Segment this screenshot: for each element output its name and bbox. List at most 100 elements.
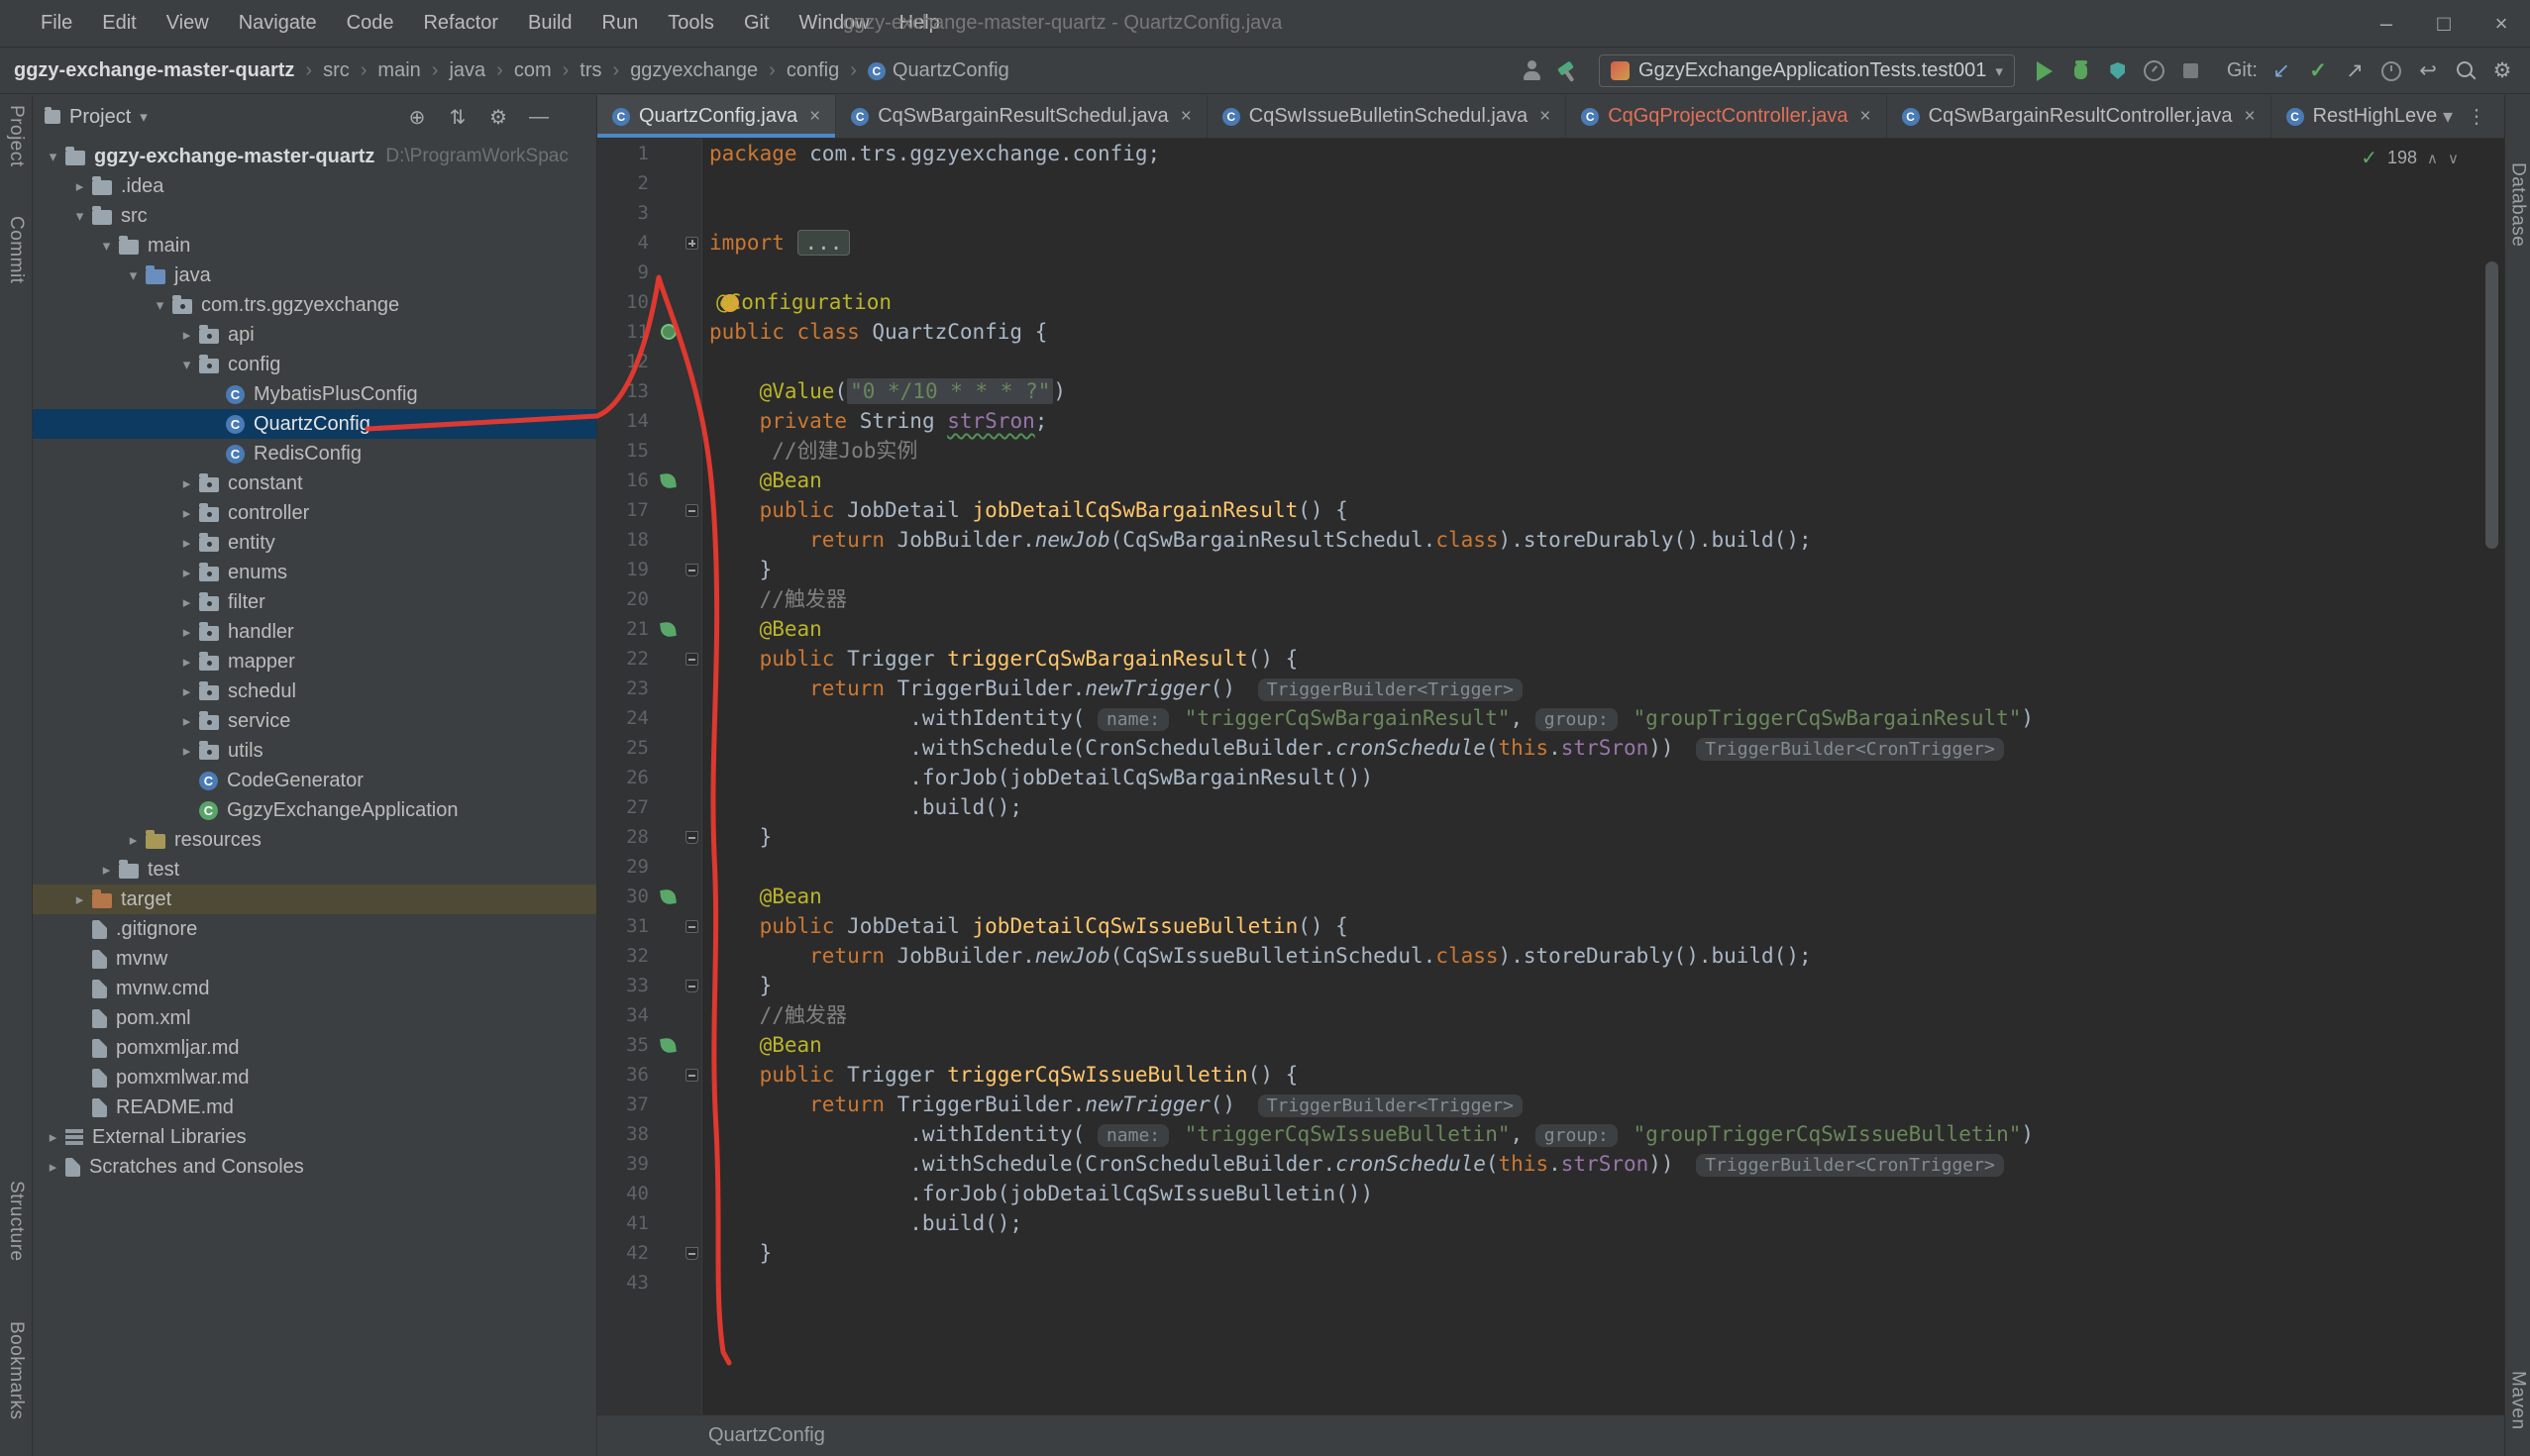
git-push-icon[interactable]: ↗ (2341, 57, 2369, 85)
fold-slot[interactable] (682, 555, 702, 584)
chevron-collapsed-icon[interactable]: ▸ (174, 712, 199, 730)
fold-marker-icon[interactable] (685, 831, 698, 844)
tree-item-utils[interactable]: ▸utils (33, 736, 596, 766)
breadcrumb-item-src[interactable]: src (323, 59, 350, 82)
chevron-collapsed-icon[interactable]: ▸ (121, 831, 146, 849)
run-config-select[interactable]: GgzyExchangeApplicationTests.test001 ▾ (1599, 54, 2015, 87)
breadcrumb-item-ggzyexchange[interactable]: ggzyexchange (630, 59, 758, 82)
tree-item-.idea[interactable]: ▸.idea (33, 171, 596, 201)
tree-item-src[interactable]: ▾src (33, 201, 596, 231)
tree-item-ggzy-exchange-master-quartz[interactable]: ▾ggzy-exchange-master-quartzD:\ProgramWo… (33, 142, 596, 171)
git-rollback-icon[interactable]: ↩ (2414, 57, 2442, 85)
menu-git[interactable]: Git (729, 0, 785, 47)
menu-build[interactable]: Build (513, 0, 586, 47)
menu-edit[interactable]: Edit (87, 0, 151, 47)
breadcrumb-item-java[interactable]: java (449, 59, 485, 82)
fold-marker-icon[interactable] (685, 564, 698, 576)
project-panel-title[interactable]: Project (69, 106, 131, 129)
breadcrumb-item-main[interactable]: main (377, 59, 420, 82)
tree-item-pomxmlwar.md[interactable]: pomxmlwar.md (33, 1063, 596, 1092)
chevron-collapsed-icon[interactable]: ▸ (174, 682, 199, 700)
settings-icon[interactable]: ⚙ (2488, 57, 2516, 85)
chevron-expanded-icon[interactable]: ▾ (148, 296, 172, 314)
chevron-expanded-icon[interactable]: ▾ (41, 148, 65, 165)
chevron-collapsed-icon[interactable]: ▸ (41, 1128, 65, 1146)
tree-item-constant[interactable]: ▸constant (33, 468, 596, 498)
tree-item-mapper[interactable]: ▸mapper (33, 647, 596, 676)
chevron-collapsed-icon[interactable]: ▸ (174, 742, 199, 760)
tab-close-icon[interactable]: × (1181, 106, 1192, 128)
bean-gutter-slot[interactable] (655, 466, 682, 495)
tree-item-pom.xml[interactable]: pom.xml (33, 1003, 596, 1033)
tree-item-External-Libraries[interactable]: ▸External Libraries (33, 1122, 596, 1152)
git-history-icon[interactable] (2377, 57, 2405, 85)
tree-item-CodeGenerator[interactable]: CCodeGenerator (33, 766, 596, 795)
tab-QuartzConfig.java[interactable]: CQuartzConfig.java× (597, 95, 836, 138)
more-vert-icon[interactable]: ⋮ (2467, 104, 2486, 129)
tree-item-Scratches-and-Consoles[interactable]: ▸Scratches and Consoles (33, 1152, 596, 1182)
fold-slot[interactable] (682, 228, 702, 258)
chevron-collapsed-icon[interactable]: ▸ (67, 177, 92, 195)
breadcrumb-item-trs[interactable]: trs (580, 59, 601, 82)
tree-item-mvnw.cmd[interactable]: mvnw.cmd (33, 974, 596, 1003)
tree-item-QuartzConfig[interactable]: CQuartzConfig (33, 409, 596, 439)
fold-slot[interactable] (682, 1238, 702, 1268)
menu-code[interactable]: Code (332, 0, 409, 47)
bean-gutter-slot[interactable] (655, 614, 682, 644)
fold-slot[interactable] (682, 911, 702, 941)
breadcrumb-item-com[interactable]: com (514, 59, 552, 82)
tree-item-schedul[interactable]: ▸schedul (33, 676, 596, 706)
locate-icon[interactable]: ⊕ (405, 105, 429, 129)
window-close-button[interactable]: × (2473, 0, 2530, 47)
chevron-collapsed-icon[interactable]: ▸ (174, 623, 199, 641)
tree-item-MybatisPlusConfig[interactable]: CMybatisPlusConfig (33, 379, 596, 409)
tab-close-icon[interactable]: × (2244, 106, 2255, 128)
chevron-down-icon[interactable]: ▾ (140, 108, 148, 126)
tree-item-main[interactable]: ▾main (33, 231, 596, 260)
chevron-collapsed-icon[interactable]: ▸ (174, 593, 199, 611)
fold-slot[interactable] (682, 1060, 702, 1090)
hide-icon[interactable]: — (527, 105, 551, 129)
chevron-expanded-icon[interactable]: ▾ (174, 356, 199, 373)
tab-close-icon[interactable]: × (1860, 106, 1871, 128)
fold-slot[interactable] (682, 822, 702, 852)
collapse-icon[interactable]: ⇅ (446, 105, 470, 129)
run-icon[interactable] (2031, 57, 2058, 85)
chevron-collapsed-icon[interactable]: ▸ (67, 890, 92, 908)
tree-item-target[interactable]: ▸target (33, 884, 596, 914)
git-update-icon[interactable]: ↙ (2267, 57, 2295, 85)
tab-RestHighLeve[interactable]: CRestHighLeve (2271, 95, 2443, 138)
breadcrumb-item-config[interactable]: config (787, 59, 839, 82)
chevron-down-icon[interactable]: ▾ (2443, 104, 2453, 129)
editor-scrollbar[interactable] (2485, 261, 2498, 549)
tree-item-handler[interactable]: ▸handler (33, 617, 596, 647)
tree-item-api[interactable]: ▸api (33, 320, 596, 350)
chevron-expanded-icon[interactable]: ▾ (121, 266, 146, 284)
tab-close-icon[interactable]: × (809, 106, 820, 128)
tab-CqSwIssueBulletinSchedul.java[interactable]: CCqSwIssueBulletinSchedul.java× (1208, 95, 1566, 138)
fold-slot[interactable] (682, 644, 702, 674)
tab-close-icon[interactable]: × (1539, 106, 1550, 128)
debug-icon[interactable] (2067, 57, 2095, 85)
stripe-database[interactable]: Database (2507, 162, 2529, 247)
tab-CqSwBargainResultSchedul.java[interactable]: CCqSwBargainResultSchedul.java× (836, 95, 1208, 138)
menu-run[interactable]: Run (587, 0, 654, 47)
prev-problem-icon[interactable]: ∧ (2427, 150, 2438, 167)
chevron-collapsed-icon[interactable]: ▸ (41, 1158, 65, 1176)
chevron-expanded-icon[interactable]: ▾ (94, 237, 119, 255)
tree-item-config[interactable]: ▾config (33, 350, 596, 379)
fold-marker-icon[interactable] (685, 653, 698, 666)
tree-item-controller[interactable]: ▸controller (33, 498, 596, 528)
next-problem-icon[interactable]: ∨ (2448, 150, 2459, 167)
chevron-expanded-icon[interactable]: ▾ (67, 207, 92, 225)
breadcrumb-item-ggzy-exchange-master-quartz[interactable]: ggzy-exchange-master-quartz (14, 59, 294, 82)
menu-navigate[interactable]: Navigate (224, 0, 332, 47)
stripe-maven[interactable]: Maven (2507, 1371, 2529, 1430)
chevron-collapsed-icon[interactable]: ▸ (94, 861, 119, 879)
profiler-icon[interactable] (2141, 57, 2168, 85)
tab-CqGqProjectController.java[interactable]: CCqGqProjectController.java× (1566, 95, 1886, 138)
stripe-bookmarks[interactable]: Bookmarks (5, 1321, 27, 1420)
editor-breadcrumb[interactable]: QuartzConfig (708, 1424, 825, 1447)
tree-item-README.md[interactable]: README.md (33, 1092, 596, 1122)
bean-gutter-slot[interactable] (655, 1030, 682, 1060)
